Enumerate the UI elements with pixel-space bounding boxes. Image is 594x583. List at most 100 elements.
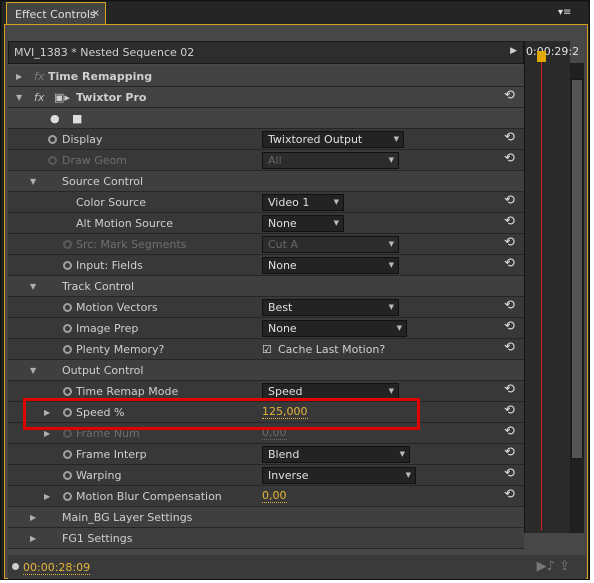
reset-icon[interactable]: ⟲: [504, 466, 515, 481]
property-label: Display: [62, 133, 103, 146]
stopwatch-icon[interactable]: [63, 429, 72, 438]
effect-row[interactable]: Input: Fields None ⟲: [8, 255, 524, 276]
expand-triangle-icon[interactable]: ▶: [30, 513, 36, 522]
property-label: Input: Fields: [76, 259, 143, 272]
expand-triangle-icon[interactable]: ▼: [30, 282, 36, 291]
effect-row[interactable]: Color Source Video 1 ⟲: [8, 192, 524, 213]
effect-row[interactable]: Display Twixtored Output ⟲: [8, 129, 524, 150]
reset-icon[interactable]: ⟲: [504, 445, 515, 460]
effect-row[interactable]: Image Prep None ⟲: [8, 318, 524, 339]
dropdown[interactable]: None: [262, 320, 407, 337]
property-label: Main_BG Layer Settings: [62, 511, 193, 524]
export-icons[interactable]: ▶♪ ⇪: [537, 559, 570, 574]
checkbox[interactable]: ☑: [262, 343, 272, 356]
effects-list: ▶ fx Time Remapping ▼ fx ▣▸ Twixtor Pro ⟲ ● ■ Disp…: [8, 66, 524, 549]
expand-triangle-icon[interactable]: ▼: [16, 93, 22, 102]
expand-triangle-icon[interactable]: ▼: [30, 366, 36, 375]
property-label: Draw Geom: [62, 154, 127, 167]
reset-icon[interactable]: ⟲: [504, 151, 515, 166]
fx-icon[interactable]: fx: [34, 70, 44, 83]
reset-icon[interactable]: ⟲: [504, 424, 515, 439]
property-label: FG1 Settings: [62, 532, 133, 545]
footer-bar: 00:00:28:09 ▶♪ ⇪: [8, 555, 586, 579]
stopwatch-icon[interactable]: [63, 324, 72, 333]
scrollbar-thumb[interactable]: [571, 79, 583, 459]
effect-row[interactable]: ▼ fx ▣▸ Twixtor Pro ⟲: [8, 87, 524, 108]
vertical-scrollbar[interactable]: [570, 63, 584, 533]
reset-icon[interactable]: ⟲: [504, 487, 515, 502]
stopwatch-icon[interactable]: [63, 471, 72, 480]
effect-row[interactable]: Draw Geom All ⟲: [8, 150, 524, 171]
reset-icon[interactable]: ⟲: [504, 193, 515, 208]
effect-row[interactable]: ▶ fx Time Remapping: [8, 66, 524, 87]
dropdown[interactable]: Video 1: [262, 194, 344, 211]
fx-icon[interactable]: fx: [34, 91, 44, 104]
dropdown[interactable]: Inverse: [262, 467, 416, 484]
effect-row[interactable]: ▶ FG1 Settings: [8, 528, 524, 549]
tab-effect-controls[interactable]: Effect Controls ×: [6, 2, 106, 26]
effect-row[interactable]: Plenty Memory? ☑ Cache Last Motion? ⟲: [8, 339, 524, 360]
stopwatch-icon[interactable]: [48, 156, 57, 165]
reset-icon[interactable]: ⟲: [504, 319, 515, 334]
property-label: Color Source: [76, 196, 146, 209]
effect-row[interactable]: Warping Inverse ⟲: [8, 465, 524, 486]
stopwatch-icon[interactable]: [63, 492, 72, 501]
effect-row[interactable]: Frame Interp Blend ⟲: [8, 444, 524, 465]
current-timecode[interactable]: 00:00:28:09: [23, 561, 91, 575]
reset-icon[interactable]: ⟲: [504, 298, 515, 313]
value-field[interactable]: 0,00: [262, 489, 287, 503]
play-triangle-icon[interactable]: ▶: [510, 46, 517, 56]
ellipse-mask-icon[interactable]: ●: [50, 112, 60, 125]
expand-triangle-icon[interactable]: ▶: [30, 534, 36, 543]
effect-row[interactable]: ▶ Motion Blur Compensation 0,00 ⟲: [8, 486, 524, 507]
stopwatch-icon[interactable]: [63, 450, 72, 459]
reset-icon[interactable]: ⟲: [504, 214, 515, 229]
stopwatch-icon[interactable]: [63, 240, 72, 249]
property-label: Time Remapping: [48, 70, 153, 83]
property-label: Image Prep: [76, 322, 139, 335]
reset-icon[interactable]: ⟲: [504, 235, 515, 250]
reset-icon[interactable]: ⟲: [504, 130, 515, 145]
effect-row[interactable]: ▶ Main_BG Layer Settings: [8, 507, 524, 528]
panel-menu-icon[interactable]: ▾≡: [558, 7, 571, 18]
close-icon[interactable]: ×: [92, 8, 100, 19]
expand-triangle-icon[interactable]: ▶: [44, 492, 50, 501]
dropdown[interactable]: Blend: [262, 446, 410, 463]
expand-triangle-icon[interactable]: ▼: [30, 177, 36, 186]
effect-row[interactable]: Alt Motion Source None ⟲: [8, 213, 524, 234]
effect-controls-window: Effect Controls × ▾≡ MVI_1383 * Nested Se…: [0, 0, 590, 580]
effect-row[interactable]: Src: Mark Segments Cut A ⟲: [8, 234, 524, 255]
mask-icon[interactable]: ▣▸: [54, 91, 70, 104]
dropdown[interactable]: Best: [262, 299, 399, 316]
effect-row[interactable]: Motion Vectors Best ⟲: [8, 297, 524, 318]
property-label: Time Remap Mode: [76, 385, 179, 398]
dropdown[interactable]: None: [262, 257, 399, 274]
playhead-handle[interactable]: [537, 51, 546, 62]
property-label: Output Control: [62, 364, 144, 377]
stopwatch-icon[interactable]: [48, 135, 57, 144]
dropdown[interactable]: None: [262, 215, 344, 232]
stopwatch-icon[interactable]: [63, 261, 72, 270]
effect-row[interactable]: ▼ Track Control: [8, 276, 524, 297]
reset-icon[interactable]: ⟲: [504, 382, 515, 397]
property-label: Alt Motion Source: [76, 217, 173, 230]
effect-row[interactable]: ● ■: [8, 108, 524, 129]
reset-icon[interactable]: ⟲: [504, 403, 515, 418]
expand-triangle-icon[interactable]: ▶: [16, 72, 22, 81]
stopwatch-icon[interactable]: [63, 303, 72, 312]
dropdown[interactable]: Twixtored Output: [262, 131, 404, 148]
stopwatch-icon[interactable]: [63, 387, 72, 396]
mini-timeline[interactable]: [524, 41, 570, 533]
property-label: Twixtor Pro: [76, 91, 147, 104]
effect-controls-panel: MVI_1383 * Nested Sequence 02 ▶ 0:00:29:2…: [4, 24, 588, 579]
effect-row[interactable]: ▼ Source Control: [8, 171, 524, 192]
expand-triangle-icon[interactable]: ▶: [44, 429, 50, 438]
reset-icon[interactable]: ⟲: [504, 88, 515, 103]
reset-icon[interactable]: ⟲: [504, 256, 515, 271]
reset-icon[interactable]: ⟲: [504, 340, 515, 355]
rectangle-mask-icon[interactable]: ■: [72, 112, 82, 125]
stopwatch-icon[interactable]: [63, 345, 72, 354]
dropdown: All: [262, 152, 399, 169]
marker-icon: [12, 563, 19, 570]
effect-row[interactable]: ▼ Output Control: [8, 360, 524, 381]
